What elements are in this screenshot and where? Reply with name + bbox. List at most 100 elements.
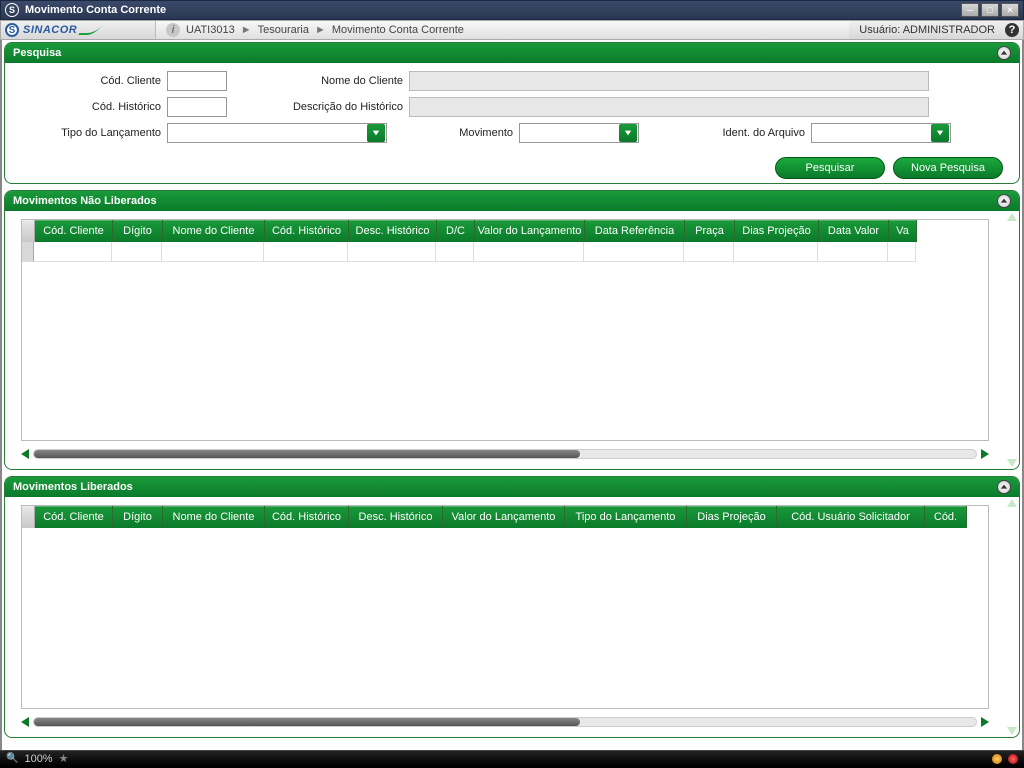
scroll-left-icon[interactable] bbox=[21, 449, 29, 459]
status-dot-orange[interactable] bbox=[992, 754, 1002, 764]
table-cell[interactable] bbox=[112, 242, 162, 262]
column-header[interactable]: Cód. Histórico bbox=[265, 506, 349, 528]
maximize-button[interactable]: □ bbox=[981, 3, 999, 17]
combo-ident-arquivo-input[interactable] bbox=[812, 124, 930, 142]
star-icon[interactable]: ★ bbox=[59, 752, 69, 765]
table-cell[interactable] bbox=[684, 242, 734, 262]
grid-liberados[interactable]: Cód. ClienteDígitoNome do ClienteCód. Hi… bbox=[21, 505, 989, 709]
scroll-right-icon[interactable] bbox=[981, 449, 989, 459]
grid-nao-liberados[interactable]: Cód. ClienteDígitoNome do ClienteCód. Hi… bbox=[21, 219, 989, 441]
combo-tipo-lancamento-input[interactable] bbox=[168, 124, 366, 142]
chevron-down-icon[interactable] bbox=[931, 124, 949, 142]
scroll-right-icon[interactable] bbox=[981, 717, 989, 727]
table-cell[interactable] bbox=[818, 242, 888, 262]
label-tipo-lancamento: Tipo do Lançamento bbox=[21, 127, 161, 139]
logo-icon: S bbox=[5, 23, 19, 37]
column-header[interactable]: Cód. bbox=[925, 506, 967, 528]
scroll-track[interactable] bbox=[33, 717, 977, 727]
minimize-button[interactable]: ─ bbox=[961, 3, 979, 17]
input-cod-historico[interactable] bbox=[167, 97, 227, 117]
combo-ident-arquivo[interactable] bbox=[811, 123, 951, 143]
column-header[interactable]: Va bbox=[889, 220, 917, 242]
scroll-down-icon[interactable] bbox=[1007, 727, 1017, 735]
column-header[interactable]: Desc. Histórico bbox=[349, 220, 437, 242]
search-panel-title: Pesquisa bbox=[13, 47, 61, 59]
breadcrumb-item-2[interactable]: Tesouraria bbox=[258, 24, 309, 36]
close-button[interactable]: ✕ bbox=[1001, 3, 1019, 17]
status-dot-red[interactable] bbox=[1008, 754, 1018, 764]
scroll-thumb[interactable] bbox=[34, 450, 580, 458]
column-header[interactable]: Valor do Lançamento bbox=[443, 506, 565, 528]
zoom-value: 100% bbox=[24, 753, 52, 765]
table-cell[interactable] bbox=[584, 242, 684, 262]
zoom-icon[interactable]: 🔍 bbox=[6, 753, 18, 764]
scroll-track[interactable] bbox=[33, 449, 977, 459]
combo-movimento[interactable] bbox=[519, 123, 639, 143]
column-header[interactable]: Dias Projeção bbox=[687, 506, 777, 528]
combo-movimento-input[interactable] bbox=[520, 124, 618, 142]
table-cell[interactable] bbox=[888, 242, 916, 262]
scroll-up-icon[interactable] bbox=[1007, 499, 1017, 507]
breadcrumb-sep-icon: ► bbox=[315, 24, 326, 36]
info-icon[interactable]: i bbox=[166, 23, 180, 37]
column-header[interactable]: Data Referência bbox=[585, 220, 685, 242]
column-header[interactable]: Nome do Cliente bbox=[163, 220, 265, 242]
column-header[interactable]: Dígito bbox=[113, 506, 163, 528]
column-header[interactable]: Dias Projeção bbox=[735, 220, 819, 242]
table-cell[interactable] bbox=[734, 242, 818, 262]
table-cell[interactable] bbox=[348, 242, 436, 262]
help-button[interactable]: ? bbox=[1005, 23, 1019, 37]
scroll-up-icon[interactable] bbox=[1007, 213, 1017, 221]
liberados-header: Movimentos Liberados bbox=[5, 477, 1019, 497]
breadcrumb: i UATI3013 ► Tesouraria ► Movimento Cont… bbox=[155, 21, 849, 39]
label-cod-historico: Cód. Histórico bbox=[21, 101, 161, 113]
breadcrumb-item-3[interactable]: Movimento Conta Corrente bbox=[332, 24, 464, 36]
horizontal-scrollbar[interactable] bbox=[21, 447, 989, 461]
search-panel-header: Pesquisa bbox=[5, 43, 1019, 63]
column-header[interactable]: Cód. Histórico bbox=[265, 220, 349, 242]
label-desc-historico: Descrição do Histórico bbox=[253, 101, 403, 113]
chevron-down-icon[interactable] bbox=[619, 124, 637, 142]
user-label: Usuário: ADMINISTRADOR bbox=[849, 24, 1005, 36]
collapse-button[interactable] bbox=[997, 194, 1011, 208]
nao-liberados-title: Movimentos Não Liberados bbox=[13, 195, 157, 207]
status-bar: 🔍 100% ★ bbox=[0, 750, 1024, 766]
horizontal-scrollbar[interactable] bbox=[21, 715, 989, 729]
pesquisar-button[interactable]: Pesquisar bbox=[775, 157, 885, 179]
brand-logo: S SINACOR bbox=[5, 23, 155, 37]
table-cell[interactable] bbox=[162, 242, 264, 262]
collapse-button[interactable] bbox=[997, 46, 1011, 60]
column-header[interactable]: Desc. Histórico bbox=[349, 506, 443, 528]
table-cell[interactable] bbox=[436, 242, 474, 262]
liberados-panel: Movimentos Liberados Cód. ClienteDígitoN… bbox=[4, 476, 1020, 738]
table-cell[interactable] bbox=[264, 242, 348, 262]
scroll-down-icon[interactable] bbox=[1007, 459, 1017, 467]
collapse-button[interactable] bbox=[997, 480, 1011, 494]
scroll-left-icon[interactable] bbox=[21, 717, 29, 727]
column-header[interactable]: Cód. Cliente bbox=[35, 220, 113, 242]
app-icon: S bbox=[5, 3, 19, 17]
input-cod-cliente[interactable] bbox=[167, 71, 227, 91]
window-titlebar: S Movimento Conta Corrente ─ □ ✕ bbox=[0, 0, 1024, 20]
column-header[interactable]: Data Valor bbox=[819, 220, 889, 242]
nova-pesquisa-button[interactable]: Nova Pesquisa bbox=[893, 157, 1003, 179]
column-header[interactable]: Tipo do Lançamento bbox=[565, 506, 687, 528]
logo-text: SINACOR bbox=[23, 24, 77, 36]
column-header[interactable]: D/C bbox=[437, 220, 475, 242]
column-header[interactable]: Cód. Usuário Solicitador bbox=[777, 506, 925, 528]
table-cell[interactable] bbox=[34, 242, 112, 262]
scroll-thumb[interactable] bbox=[34, 718, 580, 726]
column-header[interactable]: Nome do Cliente bbox=[163, 506, 265, 528]
breadcrumb-item-1[interactable]: UATI3013 bbox=[186, 24, 235, 36]
combo-tipo-lancamento[interactable] bbox=[167, 123, 387, 143]
display-nome-cliente bbox=[409, 71, 929, 91]
label-cod-cliente: Cód. Cliente bbox=[21, 75, 161, 87]
column-header[interactable]: Praça bbox=[685, 220, 735, 242]
column-header[interactable]: Dígito bbox=[113, 220, 163, 242]
display-desc-historico bbox=[409, 97, 929, 117]
chevron-down-icon[interactable] bbox=[367, 124, 385, 142]
column-header[interactable]: Cód. Cliente bbox=[35, 506, 113, 528]
table-cell[interactable] bbox=[474, 242, 584, 262]
nao-liberados-header: Movimentos Não Liberados bbox=[5, 191, 1019, 211]
column-header[interactable]: Valor do Lançamento bbox=[475, 220, 585, 242]
